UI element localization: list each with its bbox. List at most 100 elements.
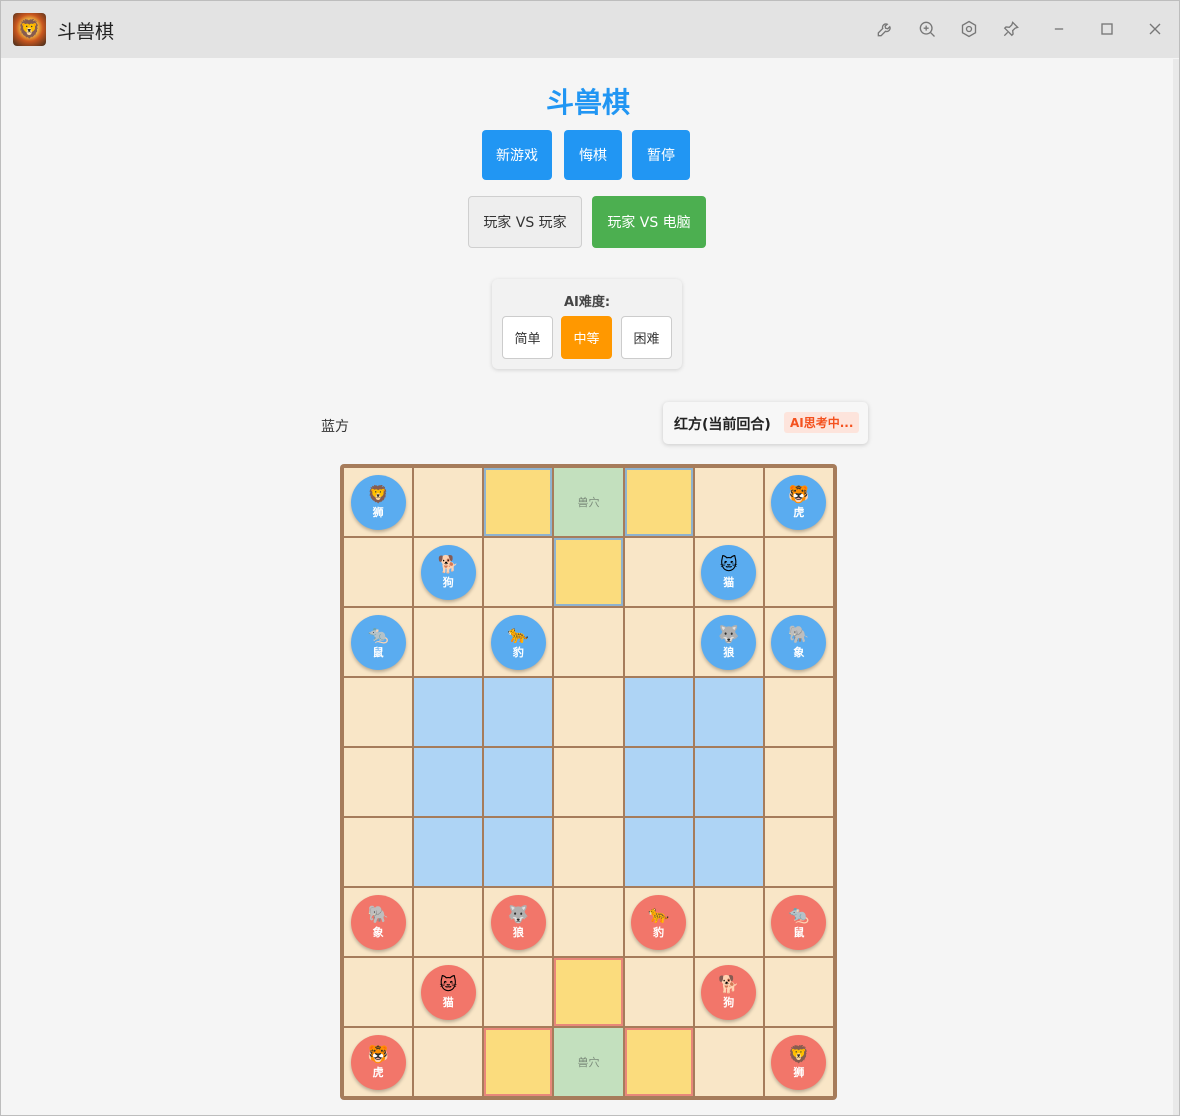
board-cell[interactable]: 🐘 象 [343,887,414,957]
board-cell[interactable]: 🐕 狗 [693,957,764,1027]
wrench-icon[interactable] [871,15,899,43]
trap-cell[interactable] [553,537,624,607]
piece-name: 狗 [723,995,735,1009]
mode-pve-button[interactable]: 玩家 VS 电脑 [592,196,706,248]
blue-piece[interactable]: 🐕 狗 [420,544,476,600]
board-cell[interactable]: 🐀 鼠 [343,607,414,677]
river-cell[interactable] [483,747,554,817]
red-piece[interactable]: 🐺 狼 [490,894,546,950]
board-cell[interactable] [623,537,694,607]
river-cell[interactable] [623,817,694,887]
board-cell[interactable]: 🐀 鼠 [763,887,834,957]
blue-piece[interactable]: 🐆 豹 [490,614,546,670]
board-cell[interactable] [553,747,624,817]
trap-cell[interactable] [623,1027,694,1097]
difficulty-medium-button[interactable]: 中等 [561,316,612,359]
river-cell[interactable] [693,677,764,747]
board-cell[interactable] [343,537,414,607]
board-cell[interactable]: 🐱 猫 [413,957,484,1027]
river-cell[interactable] [483,677,554,747]
red-piece[interactable]: 🐕 狗 [701,964,757,1020]
blue-piece[interactable]: 🐀 鼠 [350,614,406,670]
river-cell[interactable] [693,817,764,887]
game-content: 斗兽棋 新游戏 悔棋 暂停 玩家 VS 玩家 玩家 VS 电脑 AI难度: 简单… [3,59,1173,1115]
red-piece[interactable]: 🐆 豹 [631,894,687,950]
leopard-icon: 🐆 [648,904,670,925]
red-piece[interactable]: 🐱 猫 [420,964,476,1020]
board-cell[interactable] [413,887,484,957]
close-icon[interactable] [1141,15,1169,43]
red-piece[interactable]: 🐯 虎 [350,1034,406,1090]
board-cell[interactable]: 🦁 狮 [343,467,414,537]
board-cell[interactable] [483,957,554,1027]
board-cell[interactable] [763,677,834,747]
trap-cell[interactable] [553,957,624,1027]
board-cell[interactable] [623,607,694,677]
board-cell[interactable] [763,747,834,817]
pin-icon[interactable] [997,15,1025,43]
board-cell[interactable] [553,817,624,887]
river-cell[interactable] [413,817,484,887]
den-cell[interactable]: 兽穴 [553,1027,624,1097]
river-cell[interactable] [413,677,484,747]
river-cell[interactable] [693,747,764,817]
zoom-in-icon[interactable] [913,15,941,43]
river-cell[interactable] [483,817,554,887]
board-cell[interactable] [623,957,694,1027]
board-cell[interactable]: 🐯 虎 [343,1027,414,1097]
scrollbar[interactable] [1173,59,1179,1115]
river-cell[interactable] [413,747,484,817]
den-cell[interactable]: 兽穴 [553,467,624,537]
trap-cell[interactable] [483,1027,554,1097]
minimize-icon[interactable] [1045,15,1073,43]
blue-piece[interactable]: 🐯 虎 [771,474,827,530]
board-cell[interactable]: 🐕 狗 [413,537,484,607]
board-cell[interactable] [343,677,414,747]
maximize-icon[interactable] [1093,15,1121,43]
board-cell[interactable]: 🐺 狼 [693,607,764,677]
board-cell[interactable]: 🐯 虎 [763,467,834,537]
board-cell[interactable] [693,467,764,537]
board-cell[interactable]: 🐺 狼 [483,887,554,957]
board-cell[interactable] [693,1027,764,1097]
river-cell[interactable] [623,677,694,747]
river-cell[interactable] [623,747,694,817]
board-cell[interactable] [693,887,764,957]
board-cell[interactable] [413,467,484,537]
trap-cell[interactable] [623,467,694,537]
difficulty-easy-button[interactable]: 简单 [502,316,553,359]
trap-cell[interactable] [483,467,554,537]
blue-piece[interactable]: 🐘 象 [771,614,827,670]
board-cell[interactable] [763,817,834,887]
board-cell[interactable] [343,747,414,817]
board-cell[interactable] [413,607,484,677]
red-piece[interactable]: 🐀 鼠 [771,894,827,950]
piece-name: 狮 [793,1065,805,1079]
mode-pvp-button[interactable]: 玩家 VS 玩家 [468,196,582,248]
pause-button[interactable]: 暂停 [632,130,690,180]
blue-piece[interactable]: 🦁 狮 [350,474,406,530]
board-cell[interactable] [763,957,834,1027]
board-cell[interactable] [413,1027,484,1097]
board-cell[interactable] [553,677,624,747]
blue-piece[interactable]: 🐺 狼 [701,614,757,670]
board-cell[interactable]: 🦁 狮 [763,1027,834,1097]
board-cell[interactable] [553,607,624,677]
board-cell[interactable]: 🐆 豹 [483,607,554,677]
difficulty-hard-button[interactable]: 困难 [621,316,672,359]
board-cell[interactable] [763,537,834,607]
board-cell[interactable] [553,887,624,957]
board-cell[interactable]: 🐆 豹 [623,887,694,957]
red-piece[interactable]: 🦁 狮 [771,1034,827,1090]
board-cell[interactable]: 🐘 象 [763,607,834,677]
undo-button[interactable]: 悔棋 [564,130,622,180]
board-cell[interactable] [343,817,414,887]
red-piece[interactable]: 🐘 象 [350,894,406,950]
rat-icon: 🐀 [788,904,810,925]
new-game-button[interactable]: 新游戏 [482,130,552,180]
blue-piece[interactable]: 🐱 猫 [701,544,757,600]
board-cell[interactable] [343,957,414,1027]
board-cell[interactable]: 🐱 猫 [693,537,764,607]
settings-icon[interactable] [955,15,983,43]
board-cell[interactable] [483,537,554,607]
